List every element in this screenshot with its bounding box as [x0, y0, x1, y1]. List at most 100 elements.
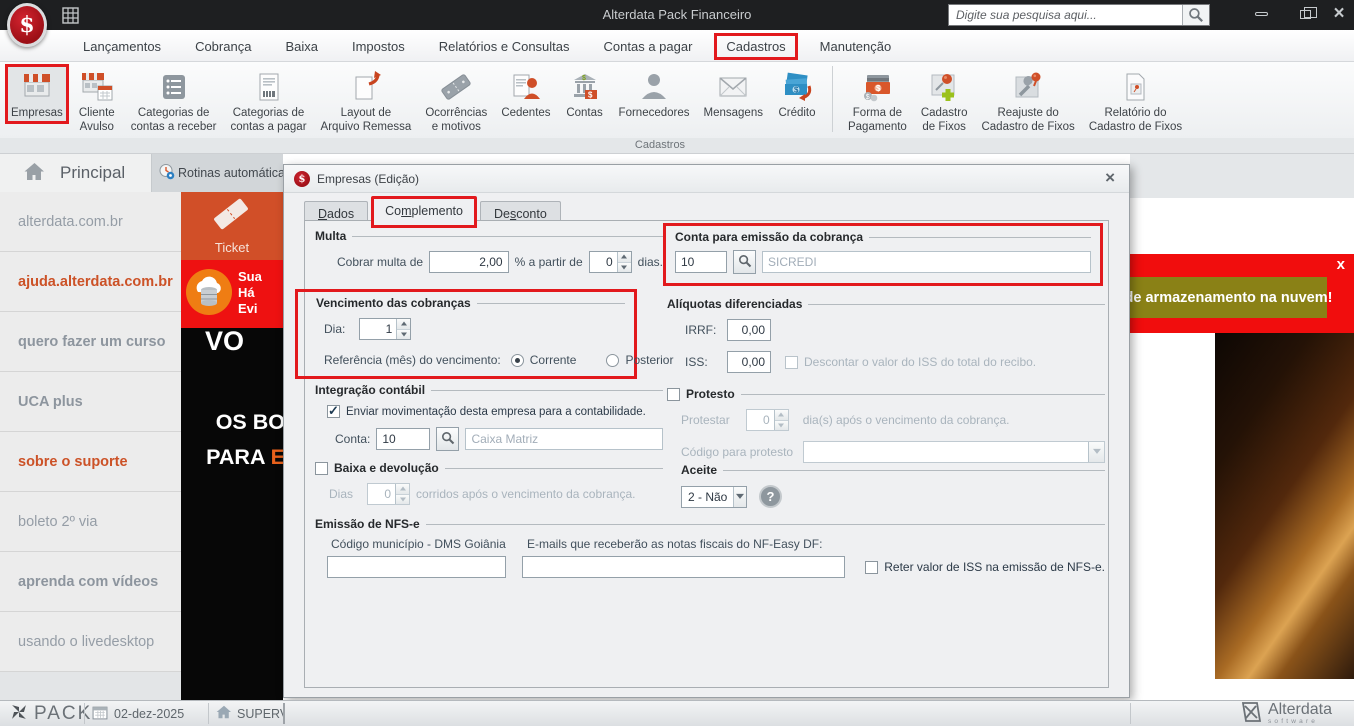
- sidebar-link-aprenda-com-vídeos[interactable]: aprenda com vídeos: [0, 552, 181, 612]
- sidebar-link-ajuda-alterdata-com-br[interactable]: ajuda.alterdata.com.br: [0, 252, 181, 312]
- ribbon-items: Empresas Cliente Avulso Categorias de cont…: [4, 64, 1189, 137]
- ribbon-group-label: Cadastros: [0, 138, 1320, 154]
- restore-button[interactable]: [1288, 0, 1322, 28]
- tab-rotinas-automaticas[interactable]: Rotinas automáticas: [152, 154, 283, 192]
- ribbon-item-forma-pagamento[interactable]: $ $ Forma de Pagamento: [842, 64, 913, 137]
- protesto-checkbox[interactable]: [667, 387, 680, 401]
- ribbon-item-cedentes[interactable]: Cedentes: [495, 64, 556, 124]
- search-input[interactable]: [949, 5, 1182, 25]
- conta-lookup-button[interactable]: [436, 427, 460, 451]
- ribbon-item-relatorio-cadastro-fixos[interactable]: Relatório do Cadastro de Fixos: [1083, 64, 1188, 137]
- dialog-tab-complemento[interactable]: Complemento: [371, 196, 477, 228]
- ribbon-item-credito[interactable]: $ Crédito: [771, 64, 823, 124]
- ribbon-item-cadastro-fixos[interactable]: Cadastro de Fixos: [915, 64, 974, 137]
- menu-item-cadastros[interactable]: Cadastros: [714, 32, 798, 60]
- group-aceite-title: Aceite: [681, 463, 718, 477]
- ribbon-band-right: [1320, 138, 1354, 154]
- ribbon-item-label: Fornecedores: [618, 107, 690, 119]
- ribbon-item-mensagens[interactable]: Mensagens: [698, 64, 769, 124]
- irrf-field[interactable]: 0,00: [727, 319, 771, 341]
- sidebar-footer: [0, 672, 181, 700]
- multa-days-stepper[interactable]: 0: [588, 251, 632, 273]
- menu-items: Lançamentos Cobrança Baixa Impostos Relatóri…: [66, 30, 908, 62]
- sidebar-link-boleto-2º-via[interactable]: boleto 2º via: [0, 492, 181, 552]
- ribbon-item-fornecedores[interactable]: Fornecedores: [613, 64, 696, 124]
- menu-item-impostos[interactable]: Impostos: [335, 39, 422, 54]
- menu-item-manutenção[interactable]: Manutenção: [803, 39, 909, 54]
- dialog-titlebar[interactable]: $ Empresas (Edição) ×: [284, 165, 1129, 193]
- ticket-icon: [209, 194, 253, 237]
- multa-percent-field[interactable]: 2,00: [429, 251, 509, 273]
- search-box: [948, 4, 1210, 26]
- menubar: Lançamentos Cobrança Baixa Impostos Relatóri…: [0, 30, 1354, 62]
- ribbon-item-ocorrencias-motivos[interactable]: Ocorrências e motivos: [419, 64, 493, 137]
- app-logo-icon[interactable]: $: [7, 3, 47, 47]
- cloud-ad-banner[interactable]: Sua Há Evi: [181, 260, 283, 328]
- ribbon-item-cliente-avulso[interactable]: Cliente Avulso: [71, 64, 123, 137]
- sidebar-link-alterdata-com-br[interactable]: alterdata.com.br: [0, 192, 181, 252]
- banner-close-icon[interactable]: x: [1337, 256, 1345, 273]
- menu-item-cobrança[interactable]: Cobrança: [178, 39, 268, 54]
- clock-icon: [158, 163, 175, 183]
- help-icon[interactable]: ?: [759, 485, 782, 508]
- descontar-iss-checkbox[interactable]: [785, 355, 798, 369]
- baixa-devolucao-checkbox[interactable]: [315, 461, 328, 475]
- svg-text:$: $: [866, 94, 870, 101]
- group-baixa: Baixa e devolução Dias 0 corridos após o…: [315, 461, 663, 505]
- conta-emissao-lookup-button[interactable]: [733, 250, 756, 274]
- enviar-movimentacao-checkbox[interactable]: [327, 403, 340, 419]
- baixa-dias-label: Dias: [329, 487, 354, 501]
- statusbar-date[interactable]: 02-dez-2025: [92, 701, 184, 726]
- conta-emissao-code-field[interactable]: 10: [675, 251, 727, 273]
- ticket-banner[interactable]: Ticket: [181, 192, 283, 260]
- ribbon-item-categorias-contas-pagar[interactable]: Categorias de contas a pagar: [224, 64, 312, 137]
- codigo-protesto-dropdown[interactable]: [803, 441, 1105, 463]
- group-baixa-title: Baixa e devolução: [334, 461, 439, 475]
- emails-nfse-field[interactable]: [522, 556, 846, 578]
- baixa-dias-stepper[interactable]: 0: [367, 483, 411, 505]
- sidebar-link-usando-o-livedesktop[interactable]: usando o livedesktop: [0, 612, 181, 672]
- menu-item-baixa[interactable]: Baixa: [268, 39, 335, 54]
- menu-item-lançamentos[interactable]: Lançamentos: [66, 39, 178, 54]
- tab-principal[interactable]: Principal: [0, 154, 152, 192]
- promo-line-3: PARA E: [206, 445, 283, 469]
- ribbon-item-empresas[interactable]: Empresas: [5, 64, 69, 124]
- group-conta-emissao: Conta para emissão da cobrança 10 SICRED…: [663, 223, 1103, 286]
- doc-lines-icon: [252, 67, 286, 107]
- ribbon-item-categorias-contas-receber[interactable]: Categorias de contas a receber: [125, 64, 223, 137]
- menu-item-relatórios-e-consultas[interactable]: Relatórios e Consultas: [422, 39, 587, 54]
- pack-logo-icon: [10, 703, 28, 724]
- iss-field[interactable]: 0,00: [727, 351, 771, 373]
- promo-ad-banner[interactable]: VO OS BO PARA E: [181, 328, 283, 700]
- protestar-dias-stepper[interactable]: 0: [745, 409, 789, 431]
- statusbar-user[interactable]: SUPERVIS: [216, 701, 283, 726]
- ribbon-item-label: Categorias de contas a receber: [130, 107, 217, 133]
- dialog-close-icon[interactable]: ×: [1105, 165, 1115, 191]
- codigo-municipio-field[interactable]: [327, 556, 507, 578]
- radio-posterior[interactable]: [606, 353, 620, 367]
- group-vencimento: Vencimento das cobranças Dia: 1 Referênc…: [295, 289, 673, 379]
- radio-corrente[interactable]: [510, 353, 524, 367]
- ribbon-item-reajuste-cadastro-fixos[interactable]: Reajuste do Cadastro de Fixos: [975, 64, 1080, 137]
- minimize-button[interactable]: [1244, 0, 1278, 28]
- vencimento-dia-stepper[interactable]: 1: [359, 318, 412, 340]
- reter-iss-checkbox[interactable]: [865, 560, 879, 574]
- aceite-dropdown[interactable]: 2 - Não: [681, 485, 747, 508]
- sidebar-link-quero-fazer-um-curso[interactable]: quero fazer um curso: [0, 312, 181, 372]
- stepper-down-icon: [617, 261, 631, 272]
- conta-code-field[interactable]: 10: [376, 428, 431, 450]
- search-icon[interactable]: [1182, 5, 1209, 25]
- close-button[interactable]: ×: [1322, 0, 1354, 28]
- ribbon-item-layout-arquivo-remessa[interactable]: Layout de Arquivo Remessa: [315, 64, 418, 137]
- ad-column: Ticket Sua Há Evi VO OS BO PARA E: [181, 192, 283, 700]
- ribbon-item-contas[interactable]: $ $ Contas: [559, 64, 611, 124]
- descontar-iss-label: Descontar o valor do ISS do total do rec…: [804, 355, 1037, 369]
- ribbon-item-label: Ocorrências e motivos: [425, 107, 488, 133]
- irrf-label: IRRF:: [685, 323, 717, 337]
- group-protesto: Protesto Protestar 0 dia(s) após o venci…: [667, 387, 1105, 463]
- menu-item-contas-a-pagar[interactable]: Contas a pagar: [587, 39, 710, 54]
- baixa-after-label: corridos após o vencimento da cobrança.: [416, 487, 636, 501]
- sidebar-link-uca-plus[interactable]: UCA plus: [0, 372, 181, 432]
- banner-photo: [1215, 333, 1354, 679]
- sidebar-link-sobre-o-suporte[interactable]: sobre o suporte: [0, 432, 181, 492]
